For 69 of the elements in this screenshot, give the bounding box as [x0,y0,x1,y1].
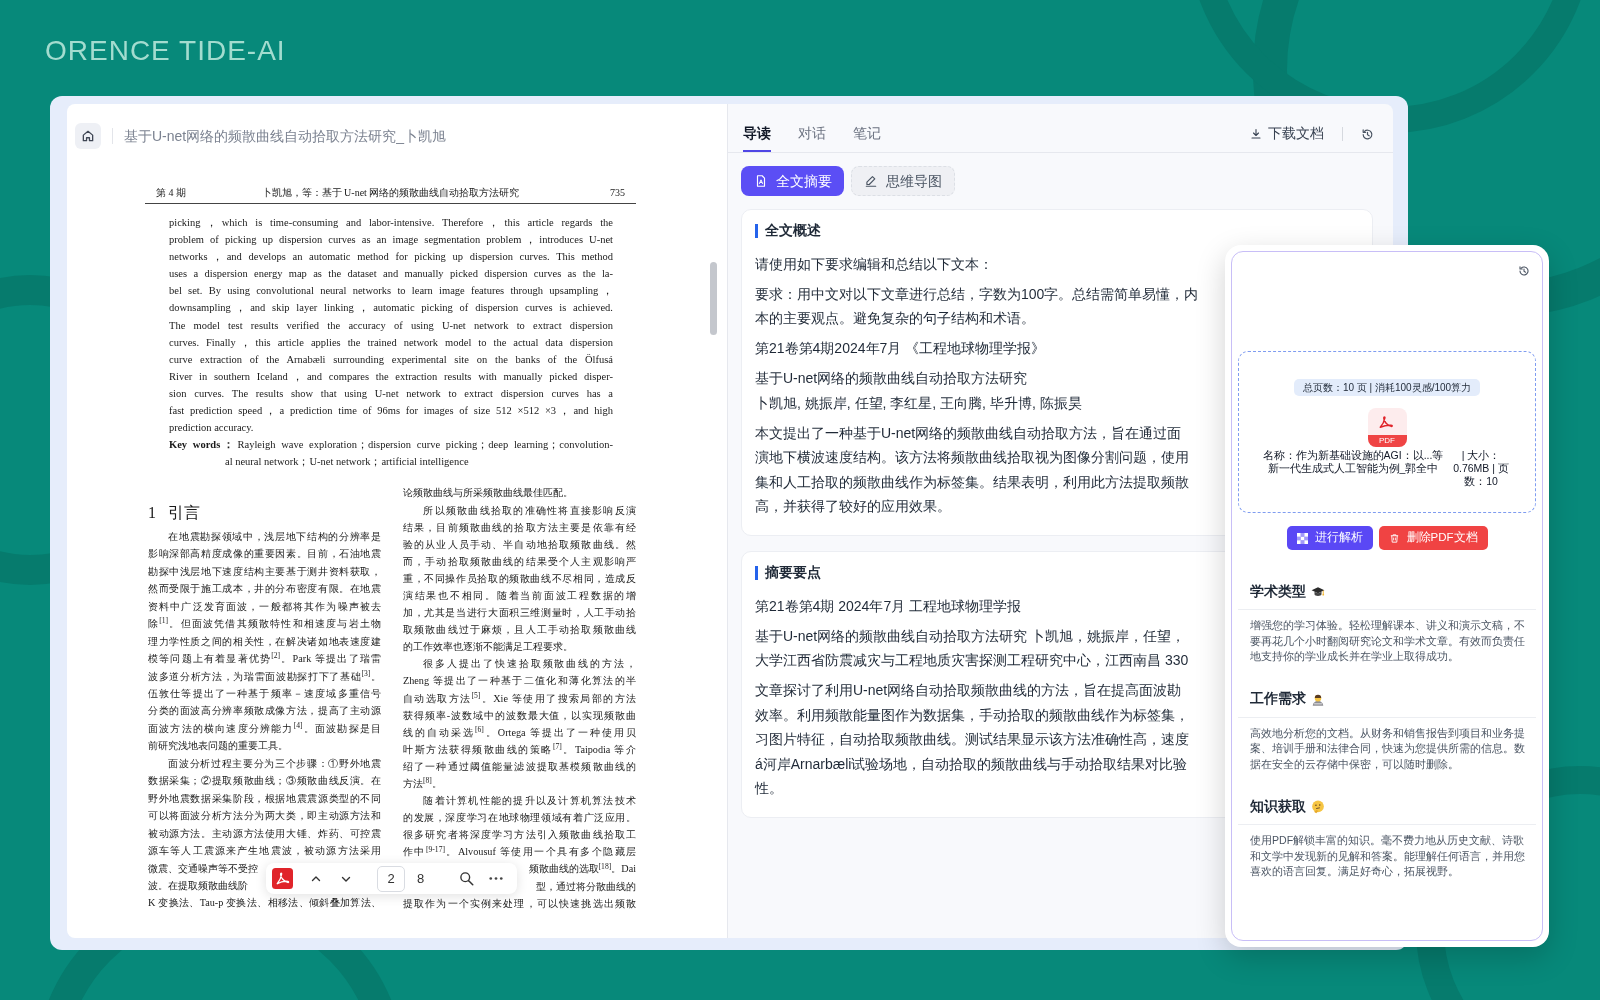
person-icon [1311,692,1325,707]
mode-button[interactable]: 思维导图 [851,166,955,196]
summary-paragraph: 基于U-net网络的频散曲线自动拾取方法研究 卜凯旭, 姚振岸, 任望, 李红星, 王向腾, 毕升博, 陈振昊 [755,369,1082,413]
section-number: 1 [148,502,156,523]
home-icon [81,129,95,143]
summary-paragraph: 第21卷第4期2024年7月 《工程地球物理学报》 [755,339,1046,359]
card-heading: 摘要要点 [765,563,821,582]
feature-title: 知识获取 [1250,797,1306,816]
text-fragment: 波。在提取频散曲线阶 [148,878,248,893]
file-drop-zone[interactable]: 总页数：10 页 | 消耗100灵感/100算力 PDF 名称：作为新基础设施的AGI：以...等新一代生成式人工智能为例_郭全中 | 大小：0.76MB | 页数：10 [1238,351,1536,513]
pen-icon [864,174,878,188]
summary-paragraph: 要求：用中文对以下文章进行总结，字数为100字。总结需简单易懂，内 本的主要观点。避免复杂的句子结构和术语。 [755,284,1199,329]
body-paragraph: 提取作为一个实例来处理，可以快速挑选出频散 [403,896,636,911]
running-header-issue: 第 4 期 [156,186,186,200]
page-number: 735 [610,186,625,200]
text-fragment: 型，通过将分散曲线的 [536,879,636,894]
summary-paragraph: 请使用如下要求编辑和总结以下文本： [755,254,993,274]
delete-button[interactable]: 删除PDF文档 [1378,526,1488,550]
body-paragraph: 论频散曲线与所采频散曲线最佳匹配。 [403,486,574,501]
grid-icon [1296,532,1308,544]
pdf-icon[interactable] [272,868,293,889]
body-paragraph: 面波分析过程主要分为三个步骤：①野外地震 数据采集；②提取频散曲线；③频散曲线反演。在 野外地震数据采集阶段，根据地震震源类型的不同 可以将面波分析方法分为两大类，即主动源方法和 被动源方法。主动源方法使用大锤、炸药、可控震 源车等人工震源来产生地震波，被动源方法采用 [148,756,381,859]
feature-title: 学术类型 [1250,582,1306,601]
text-fragment: 微震、交通噪声等不受控 [148,861,258,876]
feature-description: 增强您的学习体验。轻松理解课本、讲义和演示文稿，不要再花几个小时翻阅研究论文和学术文章。有效而负责任地支持你的学业成长并在学业上取得成功。 [1250,618,1526,664]
page-number-field[interactable]: 2 [377,865,405,892]
brand-name: ORENCE TIDE-AI [45,34,286,68]
feature-description: 高效地分析您的文档。从财务和销售报告到项目和业务提案、培训手册和法律合同，快速为您提供所需的信息。数据在安全的云存储中保密，可以随时删除。 [1250,725,1526,772]
body-paragraph: 随着计算机性能的提升以及计算机算法技术 的发展，深度学习在地球物理领域有着广泛应用。 很多研究者将深度学习方法引入频散曲线拾取工 作中$^{[9-17]}$。Alvousuf 等使用一个具有多个隐藏层 [403,794,636,860]
section-marker-icon [755,224,758,238]
scrollbar[interactable] [710,262,717,335]
tab[interactable]: 笔记 [853,123,881,152]
usage-badge: 总页数：10 页 | 消耗100灵感/100算力 [1293,379,1481,396]
download-icon [1250,128,1262,140]
search-icon[interactable] [459,871,475,886]
graduation-cap-icon [1311,585,1325,599]
file-name: 名称：作为新基础设施的AGI：以...等新一代生成式人工智能为例_郭全中 [1262,449,1444,476]
keywords-text: Key words：Rayleigh wave exploration；dispersion curve picking；deep learning；convolution- al neural network；U-net network；artificial intelligence [169,438,613,470]
body-paragraph: K 变换法、Tau-p 变换法、相移法、倾斜叠加算法、 [148,896,381,911]
summary-paragraph: 文章探讨了利用U-net网络自动拾取频散曲线的方法，旨在提高面波勘 效率。利用频散能量图作为数据集，手动拾取的频散曲线作为标签集， 习图片特征，自动拾取频散曲线。测试结果显示该方法准确性高，速度 á河岸Arnarbæli试验场地，自动拾取的频散曲线与手动拾取结果对比验 性。 [755,681,1189,798]
section-heading: 引言 [168,502,200,523]
body-paragraph: 很多人提出了快速拾取频散曲线的方法， Zheng 等提出了一种基于二值化和薄化算法的半 自动选取方法$^{[5]}$。Xie 等使用了搜索局部的方法 获得频率-波数域中的波数最大值，以实现频散曲 线的自动采选$^{[6]}$。Ortega 等提出了一种使用贝 叶斯方法获得频散曲线的策略$^{[7]}$。Taipodia 等介 绍了一种通过阈值能量滤波提取基模频散曲线的 方法$^{[8]}$。 [403,657,636,791]
page-count: 8 [417,869,425,888]
summary-paragraph: 本文提出了一种基于U-net网络的频散曲线自动拾取方法，旨在通过面 演地下横波速度结构。该方法将频散曲线拾取视为图像分割问题，使用 集和人工拾取的频散曲线作为标签集。结果表明，利用此方法提取频散 高，并获得了较好的应用效果。 [755,423,1189,517]
card-heading: 全文概述 [765,221,821,240]
section-marker-icon [755,565,758,580]
body-paragraph: 在地震勘探领域中，浅层地下结构的分辨率是 影响深部高精度成像的重要因素。目前，石油地震 勘探中浅层地下速度结构主要基于测井资料获取， 然而受限于施工成本，井的分布密度有限。在地震 资料中广泛发育面波，一般都将其作为噪声被去 除$^{[1]}$。但面波凭借其频散特性和相速度与岩土物 理力学性质之间的相关性，在解决诸如地表速度建 模等问题上有着显著优势$^{[2]}$。Park 等提出了瑞雷 波多道分析方法，为瑞雷面波勘探打下了基础$^{[3]}$。 伍敦仕等提出了一种基于频率－速度域多重信号 分类的面波高分辨率频散成像方法，提高了主动源 面波方法的横向速度分辨能力$^{[4]}$。面波勘探是目 前研究浅地表问题的重要工具。 [148,529,381,754]
abstract-paragraph: picking，which is time-consuming and labor-intensive. Therefore，this article regards the problem of picking up dispersion curves as an image segmentation problem，introduces U-net networks，and develops an automatic method for picking up dispersion curves. This method uses a dispersion energy map as the dataset and manually picked dispersion curves as the la- bel set. By using convolutional neural networks to learn image features through upsampling， downsampling，and skip layer linking，automatic picking of dispersion curves is achieved. The model test results verified the accuracy of using U-net network to extract dispersion curves. Finally，this article applies the trained network model to the actual data dispersion curve extraction of the Arnabæli surrounding experimental site on the banks of the Ölfusá River in southern Iceland，and compares the extraction results with manually picked disper- sion curves. The results show that using U-net network to extract dispersion curves has a fast prediction speed，a prediction time of 96ms for images of size 512 ×512 ×3，and high prediction accuracy. [169,216,613,436]
feature-title: 工作需求 [1250,690,1306,709]
text-fragment: 频散曲线的选取$^{[18]}$。Dai [528,860,636,877]
tab[interactable]: 对话 [798,123,826,152]
history-icon[interactable] [1518,265,1530,277]
download-button[interactable]: 下载文档 [1250,124,1324,144]
tab[interactable]: 导读 [743,123,771,152]
parse-button[interactable]: 进行解析 [1286,526,1373,550]
mode-button[interactable]: 全文摘要 [741,166,844,196]
summary-paragraph: 基于U-net网络的频散曲线自动拾取方法研究 卜凯旭，姚振岸，任望， 大学江西省防震减灾与工程地质灾害探测工程研究中心，江西南昌 330 [755,626,1189,670]
feature-description: 使用PDF解锁丰富的知识。毫不费力地从历史文献、诗歌和文学中发现新的见解和答案。能理解任何语言，并用您喜欢的语言回复。满足好奇心，拓展视野。 [1250,833,1526,879]
more-icon[interactable] [489,876,504,881]
summary-paragraph: 第21卷第4期 2024年7月 工程地球物理学报 [755,596,1022,616]
file-meta: | 大小：0.76MB | 页数：10 [1452,449,1510,488]
file-type-label: PDF [1367,435,1407,447]
body-paragraph: 所以频散曲线拾取的准确性将直接影响反演 结果，目前频散曲线的拾取方法主要是依靠有经 验的从业人员手动、半自动地拾取频散曲线。然 而，手动拾取频散曲线的结果受个人主观影响严 重，不同操作员拾取的频散曲线不尽相同，造成反 演结果也不相同。随着当前面波工程数据的增 加，尤其是当进行大面积三维测量时，人工手动拾 取频散曲线过于麻烦，且人工手动拾取频散曲线 的工作效率也逐渐不能满足工程要求。 [403,503,636,655]
trash-icon [1388,532,1400,544]
document-title: 基于U-net网络的频散曲线自动拾取方法研究_卜凯旭 [124,127,447,146]
history-icon[interactable] [1361,127,1374,141]
home-button[interactable] [75,123,101,149]
thinking-face-icon [1311,800,1325,814]
running-header-title: 卜凯旭，等：基于 U-net 网络的频散曲线自动拾取方法研究 [261,186,520,200]
